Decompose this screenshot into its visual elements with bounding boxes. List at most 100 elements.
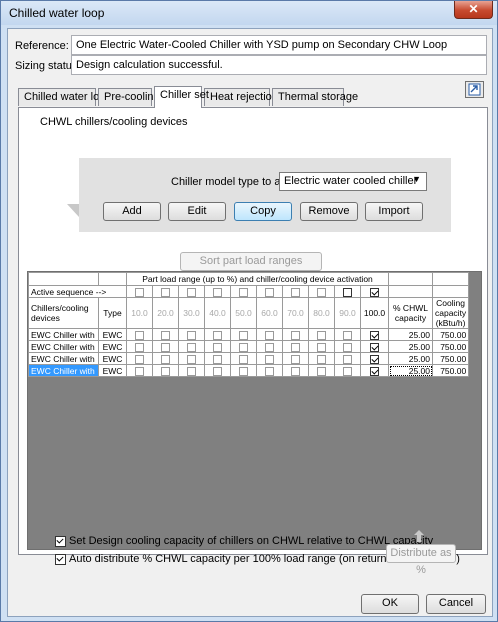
- sequence-checkbox[interactable]: [239, 287, 248, 297]
- reference-field[interactable]: One Electric Water-Cooled Chiller with Y…: [71, 35, 487, 55]
- activation-checkbox[interactable]: [317, 366, 326, 376]
- chiller-name-cell[interactable]: EWC Chiller with: [28, 328, 99, 341]
- sequence-checkbox-checked[interactable]: [370, 287, 379, 297]
- activation-checkbox[interactable]: [187, 342, 196, 352]
- activation-checkbox[interactable]: [135, 354, 144, 364]
- chiller-type-cell: EWC: [98, 340, 127, 353]
- sequence-checkbox[interactable]: [187, 287, 196, 297]
- activation-checkbox[interactable]: [213, 330, 222, 340]
- sequence-checkbox[interactable]: [135, 287, 144, 297]
- activation-checkbox[interactable]: [317, 330, 326, 340]
- pct-capacity-cell[interactable]: 25.00: [388, 340, 433, 353]
- activation-checkbox[interactable]: [291, 330, 300, 340]
- activation-checkbox[interactable]: [291, 366, 300, 376]
- copy-button[interactable]: Copy: [234, 202, 292, 221]
- chiller-grid[interactable]: Part load range (up to %) and chiller/co…: [27, 271, 482, 550]
- activation-checkbox[interactable]: [317, 342, 326, 352]
- tab-pre-cooling[interactable]: Pre-cooling: [98, 88, 160, 106]
- cancel-button[interactable]: Cancel: [426, 594, 486, 614]
- activation-checkbox-checked[interactable]: [370, 342, 379, 352]
- grid-corner: [28, 272, 99, 286]
- capacity-cell[interactable]: 750.00: [431, 328, 470, 341]
- remove-button[interactable]: Remove: [300, 202, 358, 221]
- activation-checkbox[interactable]: [343, 342, 352, 352]
- activation-checkbox[interactable]: [135, 342, 144, 352]
- activation-checkbox[interactable]: [265, 342, 274, 352]
- table-row[interactable]: EWC Chiller with EWC 25.00 750.00: [28, 340, 470, 353]
- capacity-cell[interactable]: 750.00: [431, 364, 470, 377]
- activation-checkbox[interactable]: [343, 366, 352, 376]
- col-header-capacity: Cooling capacity (kBtu/h): [431, 297, 470, 329]
- chiller-type-cell: EWC: [98, 352, 127, 365]
- capacity-cell[interactable]: 750.00: [431, 352, 470, 365]
- table-row-selected[interactable]: EWC Chiller with EWC 25.00 750.00: [28, 364, 470, 377]
- activation-checkbox-checked[interactable]: [370, 354, 379, 364]
- activation-checkbox[interactable]: [161, 330, 170, 340]
- sort-ranges-button[interactable]: Sort part load ranges columns: [180, 252, 322, 284]
- activation-checkbox[interactable]: [135, 330, 144, 340]
- title-bar[interactable]: Chilled water loop ✕: [1, 1, 497, 25]
- col-header-range: 70.0: [282, 297, 309, 329]
- activation-checkbox[interactable]: [135, 366, 144, 376]
- activation-checkbox[interactable]: [239, 342, 248, 352]
- pct-capacity-cell[interactable]: 25.00: [388, 364, 433, 377]
- activation-checkbox[interactable]: [213, 354, 222, 364]
- activation-checkbox[interactable]: [161, 342, 170, 352]
- tab-chilled-water-loop[interactable]: Chilled water loop: [18, 88, 111, 106]
- sequence-checkbox[interactable]: [161, 287, 170, 297]
- distribute-as-percent-button[interactable]: Distribute as %: [386, 544, 456, 576]
- chiller-name-cell[interactable]: EWC Chiller with: [28, 340, 99, 353]
- sequence-checkbox[interactable]: [317, 287, 326, 297]
- activation-checkbox[interactable]: [343, 330, 352, 340]
- capacity-cell[interactable]: 750.00: [431, 340, 470, 353]
- sequence-checkbox[interactable]: [213, 287, 222, 297]
- pct-capacity-cell[interactable]: 25.00: [388, 328, 433, 341]
- set-design-option[interactable]: Set Design cooling capacity of chillers …: [55, 535, 433, 547]
- activation-checkbox[interactable]: [239, 354, 248, 364]
- activation-checkbox[interactable]: [265, 366, 274, 376]
- tab-chiller-set[interactable]: Chiller set: [154, 86, 209, 108]
- activation-checkbox[interactable]: [265, 354, 274, 364]
- activation-checkbox[interactable]: [239, 330, 248, 340]
- activation-checkbox-checked[interactable]: [370, 366, 379, 376]
- activation-checkbox[interactable]: [187, 366, 196, 376]
- activation-checkbox[interactable]: [187, 330, 196, 340]
- sequence-checkbox[interactable]: [265, 287, 274, 297]
- edit-button[interactable]: Edit: [168, 202, 226, 221]
- tab-label: Chiller set: [160, 89, 209, 101]
- activation-checkbox[interactable]: [161, 366, 170, 376]
- chiller-name-cell[interactable]: EWC Chiller with: [28, 364, 99, 377]
- activation-checkbox[interactable]: [213, 342, 222, 352]
- activation-checkbox[interactable]: [161, 354, 170, 364]
- model-toolbar: Chiller model type to add: Electric wate…: [79, 158, 451, 232]
- model-type-select[interactable]: Electric water cooled chiller ▼: [279, 172, 427, 191]
- close-button[interactable]: ✕: [454, 1, 493, 19]
- chiller-name-cell[interactable]: EWC Chiller with: [28, 352, 99, 365]
- ok-button[interactable]: OK: [361, 594, 419, 614]
- activation-checkbox[interactable]: [187, 354, 196, 364]
- table-row[interactable]: EWC Chiller with EWC 25.00 750.00: [28, 352, 470, 365]
- sequence-checkbox[interactable]: [291, 287, 300, 297]
- help-button[interactable]: [465, 81, 484, 98]
- activation-checkbox[interactable]: [265, 330, 274, 340]
- help-icon: [468, 83, 481, 96]
- set-design-checkbox[interactable]: [55, 535, 66, 547]
- activation-checkbox[interactable]: [317, 354, 326, 364]
- activation-checkbox[interactable]: [291, 342, 300, 352]
- add-button[interactable]: Add: [103, 202, 161, 221]
- chiller-table: Part load range (up to %) and chiller/co…: [28, 272, 470, 377]
- tab-thermal-storage[interactable]: Thermal storage: [272, 88, 358, 106]
- pct-capacity-cell[interactable]: 25.00: [388, 352, 433, 365]
- activation-checkbox[interactable]: [343, 354, 352, 364]
- activation-checkbox-checked[interactable]: [370, 330, 379, 340]
- activation-checkbox[interactable]: [213, 366, 222, 376]
- activation-checkbox[interactable]: [291, 354, 300, 364]
- section-title: CHWL chillers/cooling devices: [40, 116, 188, 128]
- auto-distribute-checkbox[interactable]: [55, 553, 66, 565]
- import-button[interactable]: Import: [365, 202, 423, 221]
- table-row[interactable]: EWC Chiller with EWC 25.00 750.00: [28, 328, 470, 341]
- activation-checkbox[interactable]: [239, 366, 248, 376]
- tab-heat-rejection[interactable]: Heat rejection: [204, 88, 278, 106]
- sequence-checkbox[interactable]: [343, 287, 352, 297]
- chiller-type-cell: EWC: [98, 364, 127, 377]
